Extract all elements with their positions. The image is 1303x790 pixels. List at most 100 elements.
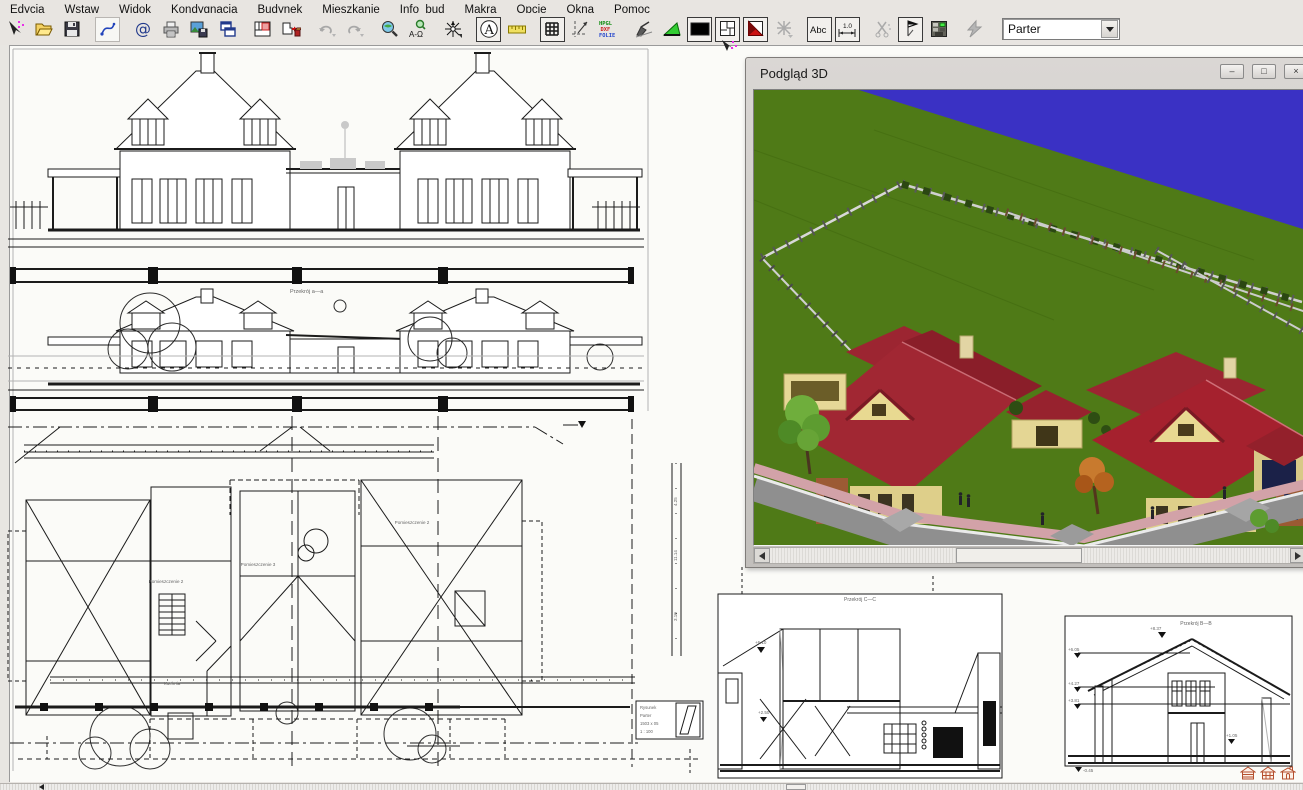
north-compass-icon[interactable] xyxy=(441,17,466,42)
roof-fold-icon[interactable] xyxy=(743,17,768,42)
section-b-level-6: -0.45 xyxy=(1083,768,1094,773)
title-block-line1: Rysunek xyxy=(640,705,657,710)
scroll-thumb[interactable] xyxy=(956,548,1082,563)
room-label-right: Pomieszczenie 2 xyxy=(395,520,430,525)
title-block-line2: Parter xyxy=(640,713,652,718)
close-button[interactable]: × xyxy=(1284,64,1303,79)
find-text-label: A-Ω xyxy=(409,30,423,39)
kitchen-label: Kuchnia xyxy=(164,681,181,686)
dim-value-1: 4.25 xyxy=(673,497,678,506)
dimension-icon[interactable]: 1.0 xyxy=(835,17,860,42)
dim-value-2: 11.14 xyxy=(673,550,678,561)
section-b-level-4: +3.81 xyxy=(1068,698,1080,703)
zoom-view-icon[interactable] xyxy=(377,17,402,42)
main-toolbar: @ A-Ω A HPGLDXFFOLIE Abc 1.0 Parter xyxy=(0,13,1303,45)
scroll-left-button[interactable] xyxy=(754,548,770,563)
section-b-level-5: +1.05 xyxy=(1226,733,1238,738)
cut-icon xyxy=(870,17,895,42)
title-block-line3: 1503 x 05 xyxy=(640,721,659,726)
menu-item-opcje[interactable]: Opcje xyxy=(507,1,557,13)
room-label-left: Pomieszczenie 2 xyxy=(149,579,184,584)
print-icon[interactable] xyxy=(159,17,184,42)
dimension-chain: 4.25 11.14 3.10 xyxy=(672,463,681,656)
canvas-scroll-thumb[interactable] xyxy=(786,784,806,790)
text-frame-label: A xyxy=(483,23,494,38)
building-icon-1[interactable] xyxy=(1240,766,1256,780)
minimize-button[interactable]: – xyxy=(1220,64,1244,79)
find-text-icon[interactable]: A-Ω xyxy=(405,17,430,42)
svg-text:@: @ xyxy=(135,19,151,38)
spline-tool-icon[interactable] xyxy=(95,17,120,42)
abc-label: Abc xyxy=(810,25,827,36)
save-image-icon[interactable] xyxy=(187,17,212,42)
elevation-1 xyxy=(8,53,644,247)
menu-item-wstaw[interactable]: Wstaw xyxy=(55,1,110,13)
title-block-line4: 1 : 100 xyxy=(640,729,653,734)
section-c-drawing: Przekrój C—C +6.10 +2.50 xyxy=(718,594,1002,778)
render-3d-scene xyxy=(754,90,1303,546)
preview-3d-title: Podgląd 3D xyxy=(746,66,828,81)
section-b-drawing: Przekrój B—B +8.37 +6.05 +4.27 +3.81 xyxy=(1065,616,1292,773)
save-icon[interactable] xyxy=(60,17,85,42)
plot-pen-icon[interactable] xyxy=(631,17,656,42)
floor-selector[interactable]: Parter xyxy=(1002,18,1120,40)
flag-marker-icon[interactable] xyxy=(898,17,923,42)
building-icon-3[interactable] xyxy=(1280,766,1296,780)
canvas-hscrollbar[interactable] xyxy=(0,783,1303,790)
menu-item-budynek[interactable]: Budynek xyxy=(247,1,312,13)
menu-item-makra[interactable]: Makra xyxy=(455,1,507,13)
menu-bar: EdycjaWstawWidokKondygnacjaBudynekMieszk… xyxy=(0,0,1303,13)
dimension-label: 1.0 xyxy=(843,23,852,30)
plan-detail-icon[interactable] xyxy=(250,17,275,42)
menu-item-info-bud[interactable]: Info_bud xyxy=(390,1,455,13)
chevron-down-icon[interactable] xyxy=(1101,20,1118,38)
section-b-label: Przekrój B—B xyxy=(1180,621,1212,627)
room-label-mid: Pomieszczenie 3 xyxy=(241,562,276,567)
cad-cursor-icon xyxy=(720,38,738,54)
menu-item-okna[interactable]: Okna xyxy=(557,1,605,13)
scroll-right-button[interactable] xyxy=(1290,548,1303,563)
hpgl-dxf-folie-icon[interactable]: HPGLDXFFOLIE xyxy=(596,17,621,42)
section-c-level-2: +2.50 xyxy=(758,710,770,715)
title-block: Rysunek Parter 1503 x 05 1 : 100 xyxy=(636,701,703,739)
preview-3d-window: Podgląd 3D – □ × xyxy=(745,57,1303,568)
preview-3d-hscrollbar[interactable] xyxy=(753,547,1303,564)
open-folder-icon[interactable] xyxy=(32,17,57,42)
section-band-label: Przekrój a—a xyxy=(290,289,324,295)
section-c-level-1: +6.10 xyxy=(755,640,767,645)
folie-label: FOLIE xyxy=(599,33,615,39)
menu-item-edycja[interactable]: Edycja xyxy=(0,1,55,13)
scroll-left-arrow-icon[interactable] xyxy=(36,784,44,790)
undo-icon xyxy=(314,17,339,42)
section-c-label: Przekrój C—C xyxy=(844,597,876,603)
section-b-level-3: +4.27 xyxy=(1068,681,1080,686)
cascade-windows-icon[interactable] xyxy=(215,17,240,42)
ruler-icon[interactable] xyxy=(504,17,529,42)
quick-render-icon xyxy=(962,17,987,42)
guide-lines-icon[interactable] xyxy=(568,17,593,42)
section-b-level-1: +8.37 xyxy=(1150,626,1162,631)
preview-3d-viewport[interactable] xyxy=(753,89,1303,546)
new-project-icon[interactable] xyxy=(4,17,29,42)
dim-value-3: 3.10 xyxy=(673,612,678,621)
menu-item-kondygnacja[interactable]: Kondygnacja xyxy=(161,1,248,13)
section-band-1: Przekrój a—a xyxy=(10,267,634,295)
internet-at-icon[interactable]: @ xyxy=(131,17,156,42)
elevation-2 xyxy=(8,289,644,390)
section-band-2 xyxy=(10,396,634,412)
building-icon-2[interactable] xyxy=(1260,766,1276,780)
menu-item-widok[interactable]: Widok xyxy=(109,1,161,13)
convert-to-3d-icon[interactable] xyxy=(278,17,303,42)
snap-star-icon xyxy=(771,17,796,42)
menu-item-mieszkanie[interactable]: Mieszkanie xyxy=(312,1,390,13)
text-frame-icon[interactable]: A xyxy=(476,17,501,42)
hatch-fill-icon[interactable] xyxy=(687,17,712,42)
terrain-icon[interactable] xyxy=(659,17,684,42)
text-abc-icon[interactable]: Abc xyxy=(807,17,832,42)
floor-selector-value: Parter xyxy=(1003,22,1101,36)
building-view-icons xyxy=(1240,766,1296,780)
building-panel-icon[interactable] xyxy=(926,17,951,42)
maximize-button[interactable]: □ xyxy=(1252,64,1276,79)
menu-item-pomoc[interactable]: Pomoc xyxy=(604,1,660,13)
grid-icon[interactable] xyxy=(540,17,565,42)
